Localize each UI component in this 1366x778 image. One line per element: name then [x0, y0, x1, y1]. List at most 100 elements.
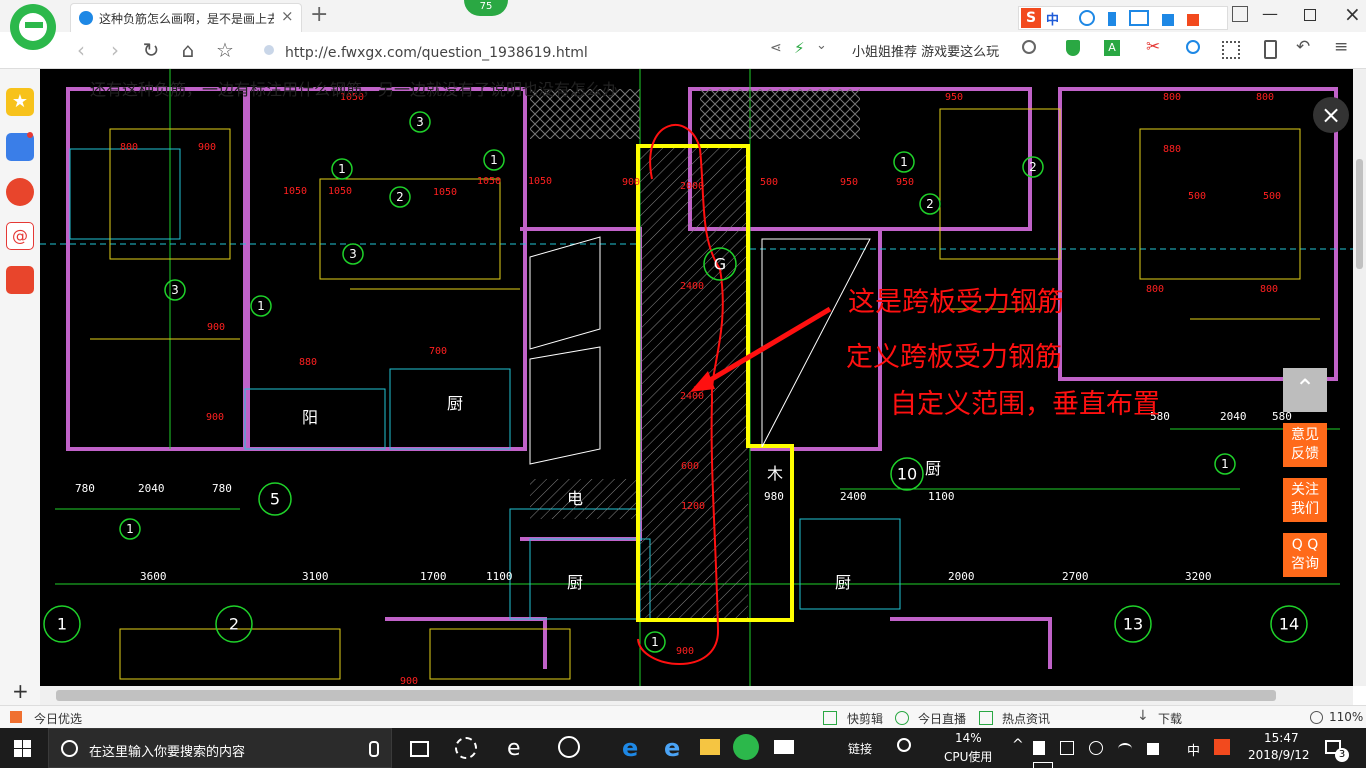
rebar-label: 500	[1188, 191, 1206, 202]
mail-icon[interactable]: @	[6, 222, 34, 250]
game-icon[interactable]	[6, 266, 34, 294]
links-toolbar[interactable]: 链接	[848, 740, 872, 757]
rebar-label: 1050	[283, 186, 307, 197]
promo-text[interactable]: 小姐姐推荐 游戏要这么玩	[852, 41, 999, 60]
axis-label: G	[714, 255, 726, 274]
refresh-button[interactable]: ↻	[138, 37, 164, 63]
ie-icon[interactable]: e	[664, 734, 680, 762]
circle-label: 2	[1029, 160, 1037, 174]
input-language[interactable]: 中	[1187, 740, 1200, 759]
back-to-top-button[interactable]: ⌃	[1283, 368, 1327, 412]
maximize-button[interactable]	[1304, 9, 1316, 21]
speed-mode-icon[interactable]: ⚡	[794, 39, 805, 57]
status-item-news[interactable]: 热点资讯	[1002, 710, 1050, 727]
browser-taskbar-icon[interactable]	[733, 734, 759, 760]
skin-icon[interactable]	[1232, 6, 1248, 22]
favorite-star-icon[interactable]: ☆	[212, 37, 238, 63]
follow-label-2: 我们	[1291, 501, 1319, 517]
browser-logo-icon[interactable]	[10, 4, 56, 50]
shield-icon[interactable]	[1066, 40, 1080, 56]
ie-blue-icon[interactable]: e	[622, 734, 638, 762]
dimension-label: 3600	[140, 570, 167, 583]
forward-button[interactable]: ›	[102, 37, 128, 63]
rebar-label: 1050	[528, 176, 552, 187]
close-window-button[interactable]: ×	[1344, 2, 1361, 26]
fan-app-icon[interactable]	[455, 737, 477, 759]
task-view-icon[interactable]	[410, 741, 429, 757]
translate-icon[interactable]: A	[1104, 40, 1120, 56]
horizontal-scrollbar[interactable]	[40, 686, 1353, 705]
favorites-star-icon[interactable]: ★	[6, 88, 34, 116]
rebar-label: 800	[120, 142, 138, 153]
circle-label: 1	[338, 162, 346, 176]
people-icon[interactable]	[897, 738, 911, 752]
room-label: 木	[767, 464, 783, 483]
home-button[interactable]: ⌂	[175, 37, 201, 63]
browser-tab[interactable]: 这种负筋怎么画啊，是不是画上去 ×	[70, 3, 302, 33]
clock-date[interactable]: 2018/9/12	[1248, 748, 1310, 762]
dimension-label: 780	[212, 482, 232, 495]
sogou-tray-icon[interactable]	[1214, 739, 1230, 755]
status-item-clip[interactable]: 快剪辑	[847, 710, 883, 727]
cad-drawing: 阳厨厨 厨电木厨 1 251013 14G 311213321 2111 780 2040…	[40, 69, 1356, 686]
rebar-label: 950	[945, 92, 963, 103]
feedback-button[interactable]: 意见 反馈	[1283, 423, 1327, 467]
file-explorer-icon[interactable]	[700, 739, 720, 755]
dimension-label: 2040	[1220, 410, 1247, 423]
add-sidebar-button[interactable]: +	[12, 679, 29, 703]
horizontal-scroll-thumb[interactable]	[56, 690, 1276, 701]
status-item-download[interactable]: 下载	[1158, 710, 1182, 727]
windows-start-icon[interactable]	[14, 740, 31, 757]
weibo-icon[interactable]	[6, 178, 34, 206]
scissors-icon[interactable]: ✂	[1146, 37, 1160, 57]
vertical-scrollbar[interactable]	[1353, 69, 1366, 686]
minimize-button[interactable]: —	[1262, 4, 1278, 23]
cad-drawing-viewer[interactable]: 阳厨厨厨电木厨 1 2 5 10 13 14 G 3112133212111 780 2040…	[40, 69, 1356, 686]
dimension-label: 2700	[1062, 570, 1089, 583]
download-icon: ↓	[1137, 708, 1149, 724]
back-button[interactable]: ‹	[68, 37, 94, 63]
search-icon[interactable]	[1022, 40, 1036, 54]
chevron-down-icon[interactable]: ⌄	[816, 38, 827, 53]
find-icon[interactable]	[1186, 40, 1200, 54]
menu-icon[interactable]: ≡	[1334, 37, 1348, 57]
rebar-label: 900	[198, 142, 216, 153]
follow-us-button[interactable]: 关注 我们	[1283, 478, 1327, 522]
mail-app-icon[interactable]	[774, 740, 794, 754]
rebar-label: 900	[400, 676, 418, 686]
taskbar-search-box[interactable]: 在这里输入你要搜索的内容	[48, 728, 392, 768]
qq-consult-button[interactable]: Q Q 咨询	[1283, 533, 1327, 577]
qq-label-2: 咨询	[1291, 556, 1319, 572]
app-swirl-icon[interactable]	[558, 736, 580, 758]
url-field[interactable]: http://e.fwxgx.com/question_1938619.html	[258, 36, 838, 64]
vertical-scroll-thumb[interactable]	[1356, 159, 1363, 269]
close-viewer-button[interactable]: ×	[1313, 97, 1349, 133]
clock-time[interactable]: 15:47	[1264, 731, 1299, 745]
status-item-live[interactable]: 今日直播	[918, 710, 966, 727]
gift-icon	[10, 711, 22, 723]
mobile-icon[interactable]	[1264, 40, 1277, 59]
close-tab-icon[interactable]: ×	[281, 7, 294, 25]
today-picks-link[interactable]: 今日优选	[34, 710, 82, 727]
taskbar: 在这里输入你要搜索的内容 e e e 链接 14% CPU使用 ^ 中 15:4…	[0, 728, 1366, 774]
tray-icons[interactable]	[1033, 740, 1173, 774]
rebar-label: 1050	[328, 186, 352, 197]
axis-label: 2	[229, 615, 239, 634]
tray-chevron-up-icon[interactable]: ^	[1012, 737, 1024, 753]
undo-icon[interactable]: ↶	[1296, 37, 1310, 57]
rebar-label: 1050	[433, 187, 457, 198]
dimension-label: 2000	[948, 570, 975, 583]
update-badge[interactable]: 75	[464, 0, 508, 16]
url-text[interactable]: http://e.fwxgx.com/question_1938619.html	[285, 45, 588, 61]
edge-icon[interactable]: e	[507, 736, 521, 761]
security-icon	[264, 45, 274, 55]
sogou-ime-toolbar[interactable]: S 中	[1018, 6, 1228, 30]
zoom-level[interactable]: 110%	[1329, 710, 1363, 724]
new-tab-button[interactable]: +	[310, 2, 328, 27]
follow-label-1: 关注	[1291, 482, 1319, 498]
circle-label: 1	[257, 299, 265, 313]
microphone-icon[interactable]	[369, 741, 379, 757]
apps-grid-icon[interactable]	[1222, 41, 1240, 59]
circle-label: 2	[926, 197, 934, 211]
share-icon[interactable]: ⋖	[770, 40, 782, 56]
